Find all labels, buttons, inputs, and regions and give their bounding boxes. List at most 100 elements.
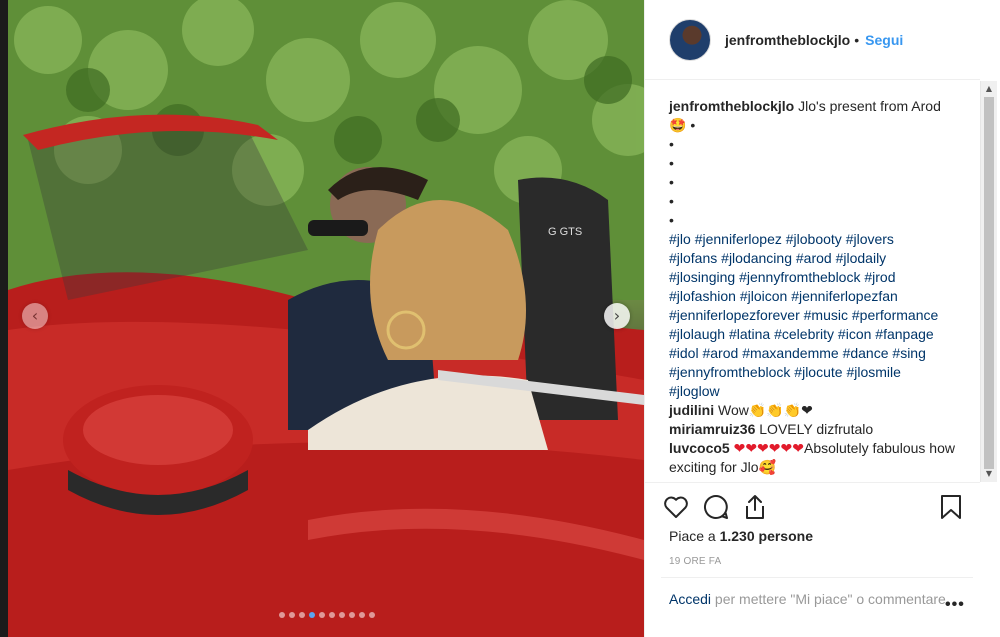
hashtag-link[interactable]: #jlofans: [669, 250, 717, 266]
hashtag-link[interactable]: #jlovers: [846, 231, 894, 247]
hashtag-link[interactable]: #performance: [852, 307, 938, 323]
chevron-right-icon: ›: [613, 306, 621, 325]
hashtag-line: #idol #arod #maxandemme #dance #sing: [669, 344, 956, 363]
hashtag-link[interactable]: #jloicon: [740, 288, 787, 304]
hashtag-link[interactable]: #jlofashion: [669, 288, 736, 304]
share-button[interactable]: [743, 491, 783, 523]
carousel-indicator: [279, 612, 375, 618]
hearts-emoji: ❤❤❤❤❤❤: [733, 440, 804, 456]
hashtag-line: #jlosinging #jennyfromtheblock #jrod: [669, 268, 956, 287]
comment-username[interactable]: luvcoco5: [669, 440, 730, 456]
smiling-hearts-emoji: 🥰: [758, 459, 776, 475]
hashtag-link[interactable]: #jlobooty: [786, 231, 842, 247]
hashtag-line: #jenniferlopezforever #music #performanc…: [669, 306, 956, 325]
hashtag-list: #jlo #jenniferlopez #jlobooty #jlovers #j…: [669, 230, 956, 401]
avatar[interactable]: [669, 18, 711, 61]
svg-text:G GTS: G GTS: [548, 226, 582, 238]
caption-bullet: •: [669, 212, 674, 228]
hashtag-link[interactable]: #jlolaugh: [669, 326, 725, 342]
next-image-button[interactable]: ›: [604, 303, 630, 329]
hashtag-link[interactable]: #jlo: [669, 231, 691, 247]
header-separator: •: [854, 31, 860, 48]
hashtag-link[interactable]: #jlosinging: [669, 269, 735, 285]
post-photo[interactable]: G GTS ‹ ›: [8, 0, 644, 637]
speech-bubble-icon: [704, 494, 728, 519]
hashtag-link[interactable]: #latina: [729, 326, 770, 342]
scroll-thumb[interactable]: [984, 97, 994, 469]
login-prompt: Accedi per mettere "Mi piace" o commenta…: [661, 577, 973, 637]
bookmark-icon: [941, 494, 961, 519]
comment: luvcoco5 ❤❤❤❤❤❤Absolutely fabulous how e…: [669, 439, 956, 477]
chevron-left-icon: ‹: [31, 306, 39, 325]
hashtag-link[interactable]: #jlodancing: [721, 250, 792, 266]
share-upload-icon: [746, 494, 764, 519]
hashtag-link[interactable]: #jennyfromtheblock: [669, 364, 790, 380]
hashtag-link[interactable]: #dance: [843, 345, 889, 361]
hashtag-link[interactable]: #jenniferlopezforever: [669, 307, 800, 323]
caption-text: Jlo's present from Arod: [794, 98, 941, 114]
hashtag-link[interactable]: #idol: [669, 345, 699, 361]
hashtag-link[interactable]: #jlodaily: [836, 250, 887, 266]
post-sidebar: jenfromtheblockjlo • Segui jenfromtheblo…: [644, 0, 1000, 637]
likes-count: Piace a 1.230 persone: [669, 528, 813, 544]
hashtag-link[interactable]: #jenniferlopez: [695, 231, 782, 247]
comment-text: Wow: [714, 402, 749, 418]
caption-username[interactable]: jenfromtheblockjlo: [669, 98, 794, 114]
comments-scrollbar[interactable]: ▲ ▼: [980, 81, 997, 482]
likes-number[interactable]: 1.230 persone: [720, 528, 813, 544]
carousel-dot-active: [309, 612, 315, 618]
hashtag-line: #jlofans #jlodancing #arod #jlodaily: [669, 249, 956, 268]
carousel-dot: [349, 612, 355, 618]
follow-button[interactable]: Segui: [865, 32, 903, 48]
comment: judilini Wow👏👏👏❤: [669, 401, 956, 420]
comment: miriamruiz36 LOVELY dizfrutalo: [669, 420, 956, 439]
scroll-down-arrow-icon[interactable]: ▼: [984, 469, 994, 479]
hashtag-link[interactable]: #jlosmile: [846, 364, 900, 380]
previous-image-button[interactable]: ‹: [22, 303, 48, 329]
hashtag-line: #jloglow: [669, 382, 956, 401]
caption-bullet: •: [669, 174, 674, 190]
carousel-dot: [329, 612, 335, 618]
heart-outline-icon: [664, 496, 688, 518]
comment-button[interactable]: [703, 491, 743, 523]
caption-bullet: •: [669, 155, 674, 171]
more-options-icon[interactable]: •••: [945, 596, 965, 614]
hashtag-link[interactable]: #sing: [892, 345, 925, 361]
hashtag-link[interactable]: #jlocute: [794, 364, 842, 380]
caption-bullet: •: [669, 193, 674, 209]
carousel-dot: [279, 612, 285, 618]
comment-text: LOVELY dizfrutalo: [755, 421, 874, 437]
star-eyes-emoji: 🤩: [669, 117, 687, 133]
hashtag-link[interactable]: #maxandemme: [742, 345, 839, 361]
carousel-dot: [339, 612, 345, 618]
hashtag-link[interactable]: #arod: [702, 345, 738, 361]
hashtag-link[interactable]: #celebrity: [774, 326, 834, 342]
hashtag-link[interactable]: #icon: [838, 326, 871, 342]
hashtag-line: #jlofashion #jloicon #jenniferlopezfan: [669, 287, 956, 306]
hashtag-link[interactable]: #jrod: [864, 269, 895, 285]
hashtag-line: #jlolaugh #latina #celebrity #icon #fanp…: [669, 325, 956, 344]
caption-bullet: •: [690, 117, 696, 133]
hashtag-link[interactable]: #jenniferlopezfan: [791, 288, 898, 304]
post-timestamp[interactable]: 19 ORE FA: [669, 556, 721, 567]
hashtag-link[interactable]: #jennyfromtheblock: [739, 269, 860, 285]
caption: jenfromtheblockjlo Jlo's present from Ar…: [669, 97, 956, 401]
carousel-dot: [359, 612, 365, 618]
scroll-up-arrow-icon[interactable]: ▲: [984, 84, 994, 94]
hashtag-link[interactable]: #arod: [796, 250, 832, 266]
like-button[interactable]: [663, 491, 703, 523]
header-username[interactable]: jenfromtheblockjlo: [725, 32, 850, 48]
hashtag-link[interactable]: #fanpage: [875, 326, 933, 342]
comments-list: jenfromtheblockjlo Jlo's present from Ar…: [645, 81, 980, 482]
comment-username[interactable]: judilini: [669, 402, 714, 418]
hashtag-line: #jlo #jenniferlopez #jlobooty #jlovers: [669, 230, 956, 249]
likes-prefix: Piace a: [669, 528, 720, 544]
comment-username[interactable]: miriamruiz36: [669, 421, 755, 437]
carousel-dot: [319, 612, 325, 618]
caption-bullets: • • • • •: [669, 135, 956, 230]
save-button[interactable]: [922, 491, 962, 523]
hashtag-link[interactable]: #music: [804, 307, 848, 323]
photo-illustration: G GTS: [8, 0, 644, 637]
hashtag-link[interactable]: #jloglow: [669, 383, 720, 399]
login-link[interactable]: Accedi: [669, 591, 711, 607]
